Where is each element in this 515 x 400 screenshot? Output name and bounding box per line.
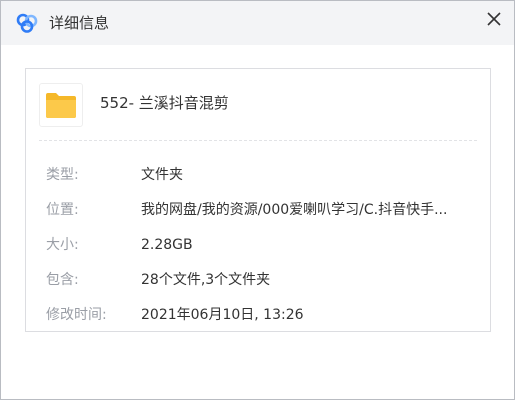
folder-icon [46,93,76,118]
detail-label: 类型: [46,167,79,183]
detail-value: 28个文件,3个文件夹 [141,272,271,288]
close-icon[interactable] [482,7,506,31]
detail-label: 大小: [46,237,79,253]
detail-row-contains: 包含: 28个文件,3个文件夹 [26,270,490,290]
title-bar: 详细信息 [1,1,514,45]
detail-value[interactable]: 我的网盘/我的资源/000爱喇叭学习/C.抖音快手... [141,200,476,220]
detail-row-modified: 修改时间: 2021年06月10日, 13:26 [26,305,490,325]
dialog-title: 详细信息 [49,14,110,32]
detail-row-size: 大小: 2.28GB [26,235,490,255]
baidu-netdisk-logo-icon [16,13,38,33]
detail-label: 修改时间: [46,307,107,323]
detail-label: 位置: [46,202,79,218]
details-dialog: 详细信息 552- 兰溪抖音混剪 类型: 文件夹 位置: 我的网盘/我的资源/0… [0,0,515,400]
detail-value: 2021年06月10日, 13:26 [141,307,304,323]
item-name: 552- 兰溪抖音混剪 [100,94,229,112]
detail-value: 文件夹 [141,167,183,183]
detail-row-type: 类型: 文件夹 [26,165,490,185]
details-panel: 552- 兰溪抖音混剪 类型: 文件夹 位置: 我的网盘/我的资源/000爱喇叭… [25,68,491,332]
item-thumbnail [39,83,83,127]
divider [39,140,477,141]
detail-row-location: 位置: 我的网盘/我的资源/000爱喇叭学习/C.抖音快手... [26,200,490,220]
detail-label: 包含: [46,272,79,288]
detail-value: 2.28GB [141,237,193,253]
